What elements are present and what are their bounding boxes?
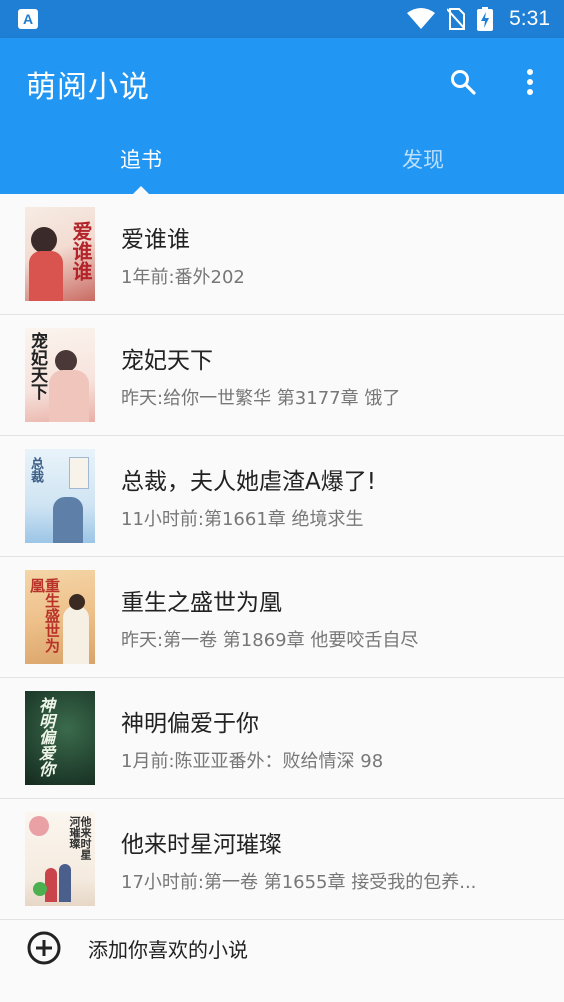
cover-title: 重生盛世为凰 xyxy=(28,578,61,653)
book-title: 总裁，夫人她虐渣A爆了! xyxy=(121,469,376,495)
cover-title: 总裁 xyxy=(28,457,43,483)
clock: 5:31 xyxy=(509,7,550,30)
book-latest-chapter: 昨天:第一卷 第1869章 他要咬舌自尽 xyxy=(121,630,419,651)
book-item[interactable]: 总裁 总裁，夫人她虐渣A爆了! 11小时前:第1661章 绝境求生 xyxy=(0,436,564,557)
tab-following[interactable]: 追书 xyxy=(0,124,282,194)
book-list: 爱谁谁 爱谁谁 1年前:番外202 宠妃天下 宠妃天下 昨天:给你一世繁华 第3… xyxy=(0,194,564,920)
book-title: 宠妃天下 xyxy=(121,348,213,374)
tab-indicator xyxy=(133,186,149,194)
book-item[interactable]: 神明偏爱你 神明偏爱于你 1月前:陈亚亚番外：败给情深 98 xyxy=(0,678,564,799)
book-item[interactable]: 爱谁谁 爱谁谁 1年前:番外202 xyxy=(0,194,564,315)
tab-bar: 追书 发现 xyxy=(0,124,564,194)
add-circle-icon xyxy=(27,931,61,965)
app-title: 萌阅小说 xyxy=(26,70,150,105)
book-cover: 爱谁谁 xyxy=(25,207,95,301)
book-title: 他来时星河璀璨 xyxy=(121,832,282,858)
status-bar: A 5:31 xyxy=(0,0,564,38)
cover-title: 宠妃天下 xyxy=(27,332,47,400)
book-cover: 重生盛世为凰 xyxy=(25,570,95,664)
book-title: 爱谁谁 xyxy=(121,227,190,253)
search-button[interactable] xyxy=(443,62,483,102)
wifi-icon xyxy=(407,8,436,29)
tab-label: 追书 xyxy=(120,148,162,172)
cover-title: 神明偏爱你 xyxy=(36,697,55,777)
notification-app-icon: A xyxy=(18,9,38,29)
book-latest-chapter: 昨天:给你一世繁华 第3177章 饿了 xyxy=(121,388,401,409)
book-item[interactable]: 他来时星河璀璨 他来时星河璀璨 17小时前:第一卷 第1655章 接受我的包养.… xyxy=(0,799,564,920)
more-options-button[interactable] xyxy=(510,62,550,102)
book-cover: 他来时星河璀璨 xyxy=(25,812,95,906)
cover-title: 他来时星河璀璨 xyxy=(68,816,92,860)
book-latest-chapter: 1年前:番外202 xyxy=(121,267,245,288)
book-cover: 总裁 xyxy=(25,449,95,543)
book-title: 神明偏爱于你 xyxy=(121,711,259,737)
book-cover: 神明偏爱你 xyxy=(25,691,95,785)
battery-charging-icon xyxy=(477,7,494,31)
cover-title: 爱谁谁 xyxy=(69,221,93,281)
add-novel-button[interactable]: 添加你喜欢的小说 xyxy=(0,916,564,980)
search-icon xyxy=(451,70,476,95)
book-item[interactable]: 宠妃天下 宠妃天下 昨天:给你一世繁华 第3177章 饿了 xyxy=(0,315,564,436)
book-title: 重生之盛世为凰 xyxy=(121,590,282,616)
app-bar: 萌阅小说 追书 发现 xyxy=(0,38,564,194)
book-latest-chapter: 11小时前:第1661章 绝境求生 xyxy=(121,509,364,530)
more-vert-icon xyxy=(527,69,533,95)
book-latest-chapter: 1月前:陈亚亚番外：败给情深 98 xyxy=(121,751,384,772)
tab-label: 发现 xyxy=(402,148,444,172)
book-cover: 宠妃天下 xyxy=(25,328,95,422)
no-sim-icon xyxy=(447,8,466,30)
book-latest-chapter: 17小时前:第一卷 第1655章 接受我的包养... xyxy=(121,872,477,893)
add-novel-label: 添加你喜欢的小说 xyxy=(88,938,248,962)
book-item[interactable]: 重生盛世为凰 重生之盛世为凰 昨天:第一卷 第1869章 他要咬舌自尽 xyxy=(0,557,564,678)
tab-discover[interactable]: 发现 xyxy=(282,124,564,194)
status-icons: 5:31 xyxy=(407,0,550,38)
